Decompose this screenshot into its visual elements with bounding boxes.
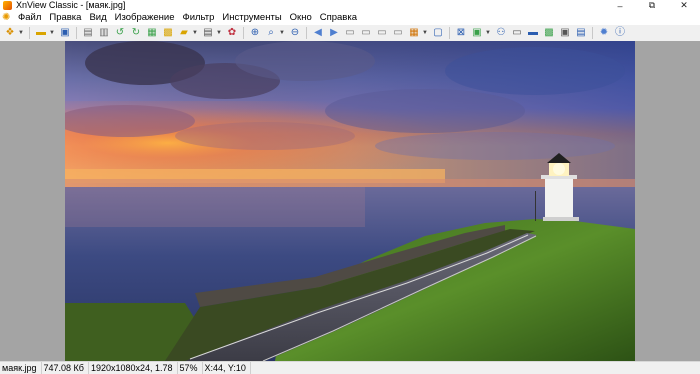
status-filename: маяк.jpg <box>0 362 42 374</box>
toolbar-separator <box>449 27 450 39</box>
gallery-icon[interactable]: ▩ <box>162 27 174 39</box>
lighthouse-photo[interactable] <box>65 41 635 361</box>
scanner-icon[interactable]: ▭ <box>511 27 523 39</box>
app-menu-icon[interactable]: ✺ <box>2 13 12 23</box>
info-icon[interactable]: ⓘ <box>614 27 626 39</box>
menu-bar: ✺ Файл Правка Вид Изображение Фильтр Инс… <box>0 11 700 25</box>
slideshow-icon[interactable]: ▰ <box>178 27 190 39</box>
chevron-down-icon[interactable]: ▼ <box>422 27 428 39</box>
chevron-down-icon[interactable]: ▼ <box>49 27 55 39</box>
capture-icon[interactable]: ▩ <box>543 27 555 39</box>
effects-icon[interactable]: ✿ <box>226 27 238 39</box>
status-zoom: 57% <box>178 362 203 374</box>
print-preview-icon[interactable]: ▤ <box>82 27 94 39</box>
menu-file[interactable]: Файл <box>15 11 46 25</box>
menu-edit[interactable]: Правка <box>46 11 86 25</box>
toolbar-separator <box>243 27 244 39</box>
toolbar-separator <box>29 27 30 39</box>
status-bar: маяк.jpg 747.08 Кб 1920x1080x24, 1.78 57… <box>0 361 700 374</box>
toolbar-separator <box>76 27 77 39</box>
menu-tools[interactable]: Инструменты <box>219 11 286 25</box>
toolbar-separator <box>592 27 593 39</box>
menu-view[interactable]: Вид <box>86 11 111 25</box>
menu-filter[interactable]: Фильтр <box>179 11 219 25</box>
photo-icon[interactable]: ▬ <box>527 27 539 39</box>
chevron-down-icon[interactable]: ▼ <box>18 27 24 39</box>
save-icon[interactable]: ▣ <box>59 27 71 39</box>
monitor-icon[interactable]: ▣ <box>559 27 571 39</box>
image-icon[interactable]: ▦ <box>146 27 158 39</box>
settings-icon[interactable]: ✹ <box>598 27 610 39</box>
chevron-down-icon[interactable]: ▼ <box>485 27 491 39</box>
zoom-in-icon[interactable]: ⊕ <box>249 27 261 39</box>
zoom-out-icon[interactable]: ⊖ <box>289 27 301 39</box>
previous-icon[interactable]: ◀ <box>312 27 324 39</box>
restore-button[interactable]: ⧉ <box>636 0 668 11</box>
status-dimensions: 1920x1080x24, 1.78 <box>89 362 178 374</box>
camera-icon[interactable]: ▤ <box>575 27 587 39</box>
status-coords: X:44, Y:10 <box>203 362 251 374</box>
app-icon <box>3 1 12 10</box>
minimize-button[interactable]: – <box>604 0 636 11</box>
menu-help[interactable]: Справка <box>317 11 362 25</box>
status-filesize: 747.08 Кб <box>42 362 89 374</box>
image-viewer[interactable] <box>0 41 700 361</box>
zoom-icon[interactable]: ⌕ <box>265 27 277 39</box>
open-folder-icon[interactable]: ▬ <box>35 27 47 39</box>
close-button[interactable]: ✕ <box>668 0 700 11</box>
last-icon[interactable]: ▭ <box>360 27 372 39</box>
next-icon[interactable]: ▶ <box>328 27 340 39</box>
first-icon[interactable]: ▭ <box>344 27 356 39</box>
photo-rendering <box>65 41 635 361</box>
acquire-icon[interactable]: ▥ <box>98 27 110 39</box>
fullscreen-icon[interactable]: ▢ <box>432 27 444 39</box>
chevron-down-icon[interactable]: ▼ <box>192 27 198 39</box>
frame-icon[interactable]: ▭ <box>376 27 388 39</box>
printer-icon[interactable]: ⚇ <box>495 27 507 39</box>
window-title: XnView Classic - [маяк.jpg] <box>16 0 126 10</box>
window-controls: – ⧉ ✕ <box>604 0 700 11</box>
rotate-left-icon[interactable]: ↺ <box>114 27 126 39</box>
rotate-right-icon[interactable]: ↻ <box>130 27 142 39</box>
frame-next-icon[interactable]: ▭ <box>392 27 404 39</box>
title-bar: XnView Classic - [маяк.jpg] – ⧉ ✕ <box>0 0 700 11</box>
menu-window[interactable]: Окно <box>287 11 317 25</box>
layout-icon[interactable]: ▤ <box>202 27 214 39</box>
chevron-down-icon[interactable]: ▼ <box>279 27 285 39</box>
copy-icon[interactable]: ⊠ <box>455 27 467 39</box>
browser-icon[interactable]: ❖ <box>4 27 16 39</box>
toolbar: ❖ ▼ ▬ ▼ ▣ ▤ ▥ ↺ ↻ ▦ ▩ ▰ ▼ ▤ ▼ ✿ ⊕ ⌕ ▼ ⊖ … <box>0 25 700 41</box>
chevron-down-icon[interactable]: ▼ <box>216 27 222 39</box>
toolbar-separator <box>306 27 307 39</box>
menu-image[interactable]: Изображение <box>112 11 180 25</box>
find-icon[interactable]: ▣ <box>471 27 483 39</box>
thumbnails-icon[interactable]: ▦ <box>408 27 420 39</box>
